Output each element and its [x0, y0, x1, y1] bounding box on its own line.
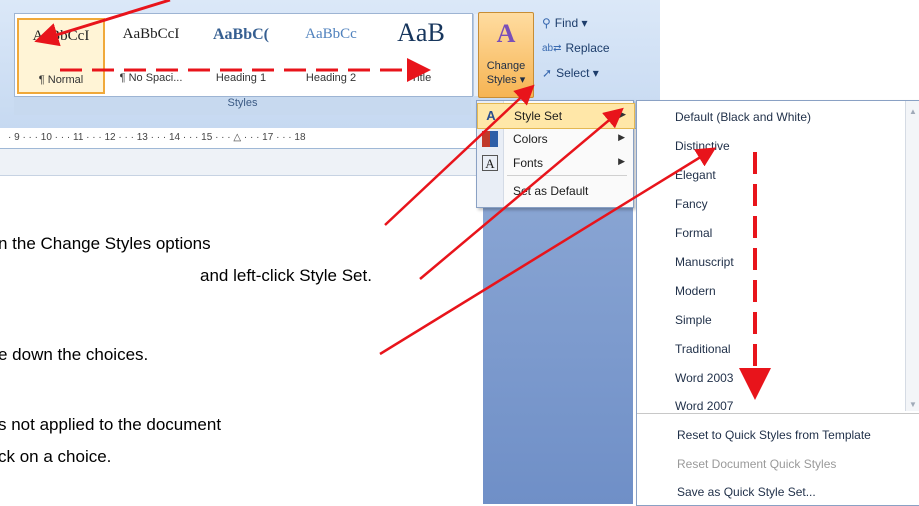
- arrow-to-style-set: [419, 107, 624, 280]
- annotation-overlay: [34, 0, 771, 400]
- arrow-to-distinctive: [379, 147, 717, 356]
- arrow-to-normal-style: [34, 0, 171, 47]
